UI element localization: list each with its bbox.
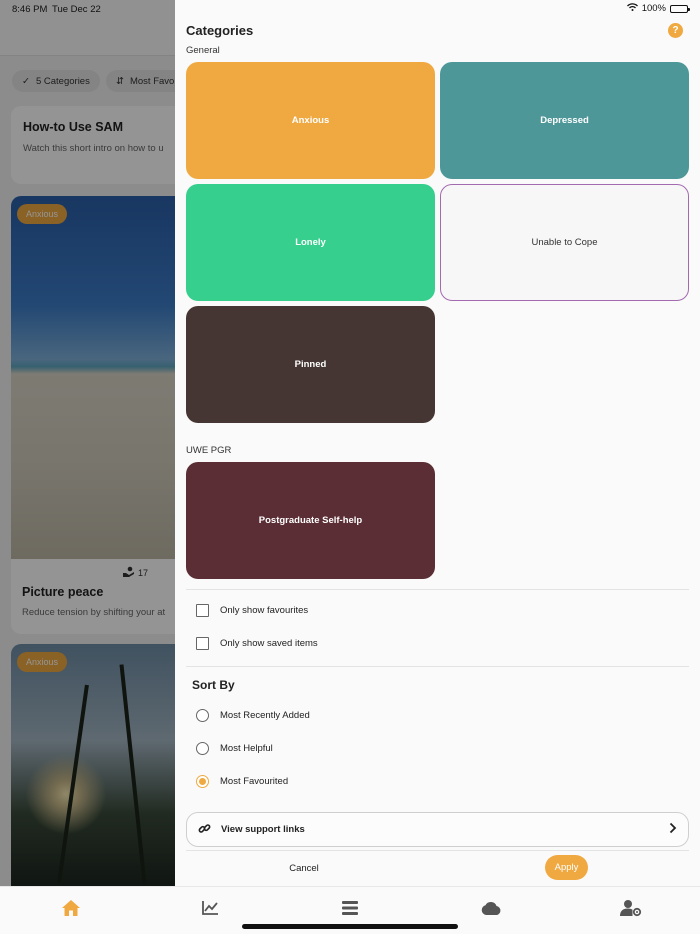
sort-option-most-favourited[interactable]: Most Favourited [196,775,288,788]
category-tile-unable-to-cope[interactable]: Unable to Cope [440,184,689,301]
battery-percent: 100% [641,3,666,14]
divider [186,666,689,667]
group-label-uwe-pgr: UWE PGR [186,445,232,456]
sort-option-most-recently-added[interactable]: Most Recently Added [196,709,310,722]
sheet-title: Categories [186,23,254,38]
sort-option-most-helpful[interactable]: Most Helpful [196,742,273,755]
home-indicator[interactable] [242,924,458,929]
cancel-button[interactable]: Cancel [279,860,329,876]
option-label: Most Recently Added [220,710,310,721]
user-settings-icon[interactable] [619,897,643,919]
category-tile-pinned[interactable]: Pinned [186,306,435,423]
status-date: Tue Dec 22 [52,4,101,15]
link-icon [198,822,211,838]
option-label: Most Helpful [220,743,273,754]
sort-by-heading: Sort By [192,678,235,692]
only-saved-checkbox[interactable] [196,637,209,650]
wifi-icon [626,3,638,14]
status-indicators: 100% [626,3,690,14]
home-icon[interactable] [59,897,83,919]
option-label: Most Favourited [220,776,289,787]
divider [186,589,689,590]
status-bar: 8:46 PM Tue Dec 22 100% [0,0,700,18]
status-time: 8:46 PM [12,4,48,15]
option-label: Only show favourites [220,605,309,616]
progress-chart-icon[interactable] [198,897,222,919]
cloud-icon[interactable] [479,897,503,919]
option-label: Only show saved items [220,638,318,649]
help-icon[interactable]: ? [668,23,683,38]
category-tile-anxious[interactable]: Anxious [186,62,435,179]
battery-icon [670,4,690,13]
chevron-right-icon [669,822,677,837]
category-filter-sheet: Categories ? General Anxious Depressed L… [175,0,700,886]
view-support-links-button[interactable]: View support links [186,812,689,847]
category-tile-postgraduate-self-help[interactable]: Postgraduate Self-help [186,462,435,579]
category-tile-lonely[interactable]: Lonely [186,184,435,301]
only-favourites-checkbox[interactable] [196,604,209,617]
only-saved-option[interactable]: Only show saved items [196,637,318,650]
menu-icon[interactable] [338,897,362,919]
sort-radio-selected[interactable] [196,775,209,788]
group-label-general: General [186,45,220,56]
apply-button[interactable]: Apply [545,855,588,880]
only-favourites-option[interactable]: Only show favourites [196,604,308,617]
sort-radio[interactable] [196,742,209,755]
sort-radio[interactable] [196,709,209,722]
support-link-label: View support links [221,824,305,835]
divider [186,850,689,851]
category-tile-depressed[interactable]: Depressed [440,62,689,179]
